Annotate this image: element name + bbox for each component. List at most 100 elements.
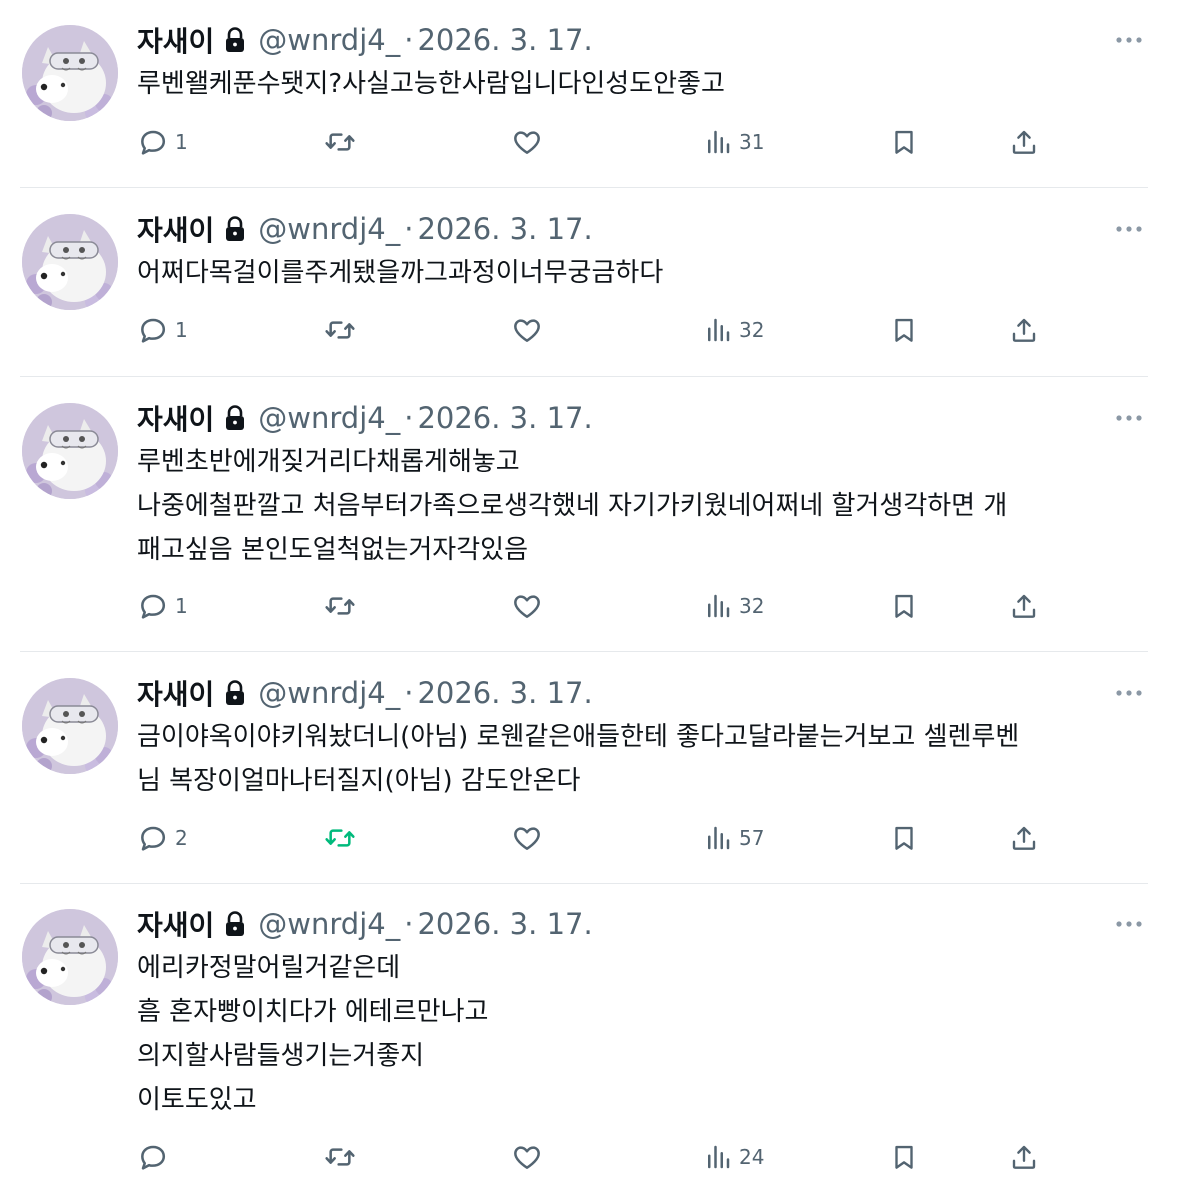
reply-count: 2	[175, 826, 188, 850]
views-button[interactable]: 57	[703, 821, 764, 855]
tweet[interactable]: 자새이 @wnrdj4_ · 2026. 3. 17. 루벤초반에개짖거리다채롭게해놓고…	[0, 378, 1193, 652]
reply-button[interactable]: 2	[137, 821, 188, 855]
more-options-icon[interactable]	[1114, 30, 1144, 50]
reply-button[interactable]	[137, 1140, 175, 1174]
like-button[interactable]	[511, 589, 549, 623]
share-icon	[1009, 314, 1039, 346]
author-name[interactable]: 자새이	[137, 20, 214, 60]
retweet-button[interactable]	[324, 589, 362, 623]
author-name[interactable]: 자새이	[137, 398, 214, 438]
retweet-icon	[324, 314, 356, 346]
views-button[interactable]: 24	[703, 1140, 764, 1174]
views-chart-icon	[703, 126, 733, 158]
more-options-icon[interactable]	[1114, 219, 1144, 239]
heart-icon	[511, 314, 543, 346]
bookmark-button[interactable]	[889, 589, 919, 623]
tweet-text-line: 에리카정말어릴거같은데	[137, 953, 401, 983]
heart-icon	[511, 126, 543, 158]
tweet[interactable]: 자새이 @wnrdj4_ · 2026. 3. 17. 루벤왤케푼수됏지?사실고능한사람…	[0, 0, 1193, 188]
bookmark-icon	[889, 822, 919, 854]
tweet-date[interactable]: 2026. 3. 17.	[417, 212, 592, 246]
lock-icon	[224, 215, 246, 243]
views-count: 32	[739, 318, 765, 342]
retweet-button[interactable]	[324, 313, 362, 347]
more-options-icon[interactable]	[1114, 408, 1144, 428]
author-handle[interactable]: @wnrdj4_	[258, 212, 400, 246]
tweet[interactable]: 자새이 @wnrdj4_ · 2026. 3. 17. 어쩌다목걸이를주게됐을까그과정이…	[0, 189, 1193, 377]
share-button[interactable]	[1009, 313, 1039, 347]
reply-icon	[137, 822, 169, 854]
tweet-date[interactable]: 2026. 3. 17.	[417, 23, 592, 57]
tweet[interactable]: 자새이 @wnrdj4_ · 2026. 3. 17. 금이야옥이야키워놨더니(아님) …	[0, 653, 1193, 884]
author-handle[interactable]: @wnrdj4_	[258, 676, 400, 710]
retweet-button[interactable]	[324, 821, 362, 855]
views-count: 24	[739, 1145, 765, 1169]
tweet-text-line: 루벤왤케푼수됏지?사실고능한사람입니다인성도안좋고	[137, 69, 725, 99]
views-chart-icon	[703, 1141, 733, 1173]
author-name[interactable]: 자새이	[137, 673, 214, 713]
bookmark-button[interactable]	[889, 821, 919, 855]
more-options-icon[interactable]	[1114, 683, 1144, 703]
share-button[interactable]	[1009, 821, 1039, 855]
like-button[interactable]	[511, 1140, 549, 1174]
avatar[interactable]	[22, 403, 118, 499]
share-button[interactable]	[1009, 1140, 1039, 1174]
bookmark-icon	[889, 314, 919, 346]
reply-button[interactable]: 1	[137, 313, 188, 347]
tweet-divider	[20, 651, 1148, 652]
views-count: 31	[739, 130, 765, 154]
tweet-date[interactable]: 2026. 3. 17.	[417, 907, 592, 941]
avatar[interactable]	[22, 214, 118, 310]
tweet-header: 자새이 @wnrdj4_ · 2026. 3. 17.	[137, 209, 593, 249]
author-handle[interactable]: @wnrdj4_	[258, 23, 400, 57]
retweet-icon	[324, 590, 356, 622]
bookmark-icon	[889, 126, 919, 158]
bookmark-button[interactable]	[889, 313, 919, 347]
views-button[interactable]: 32	[703, 313, 764, 347]
avatar[interactable]	[22, 909, 118, 1005]
like-button[interactable]	[511, 821, 549, 855]
avatar[interactable]	[22, 25, 118, 121]
views-button[interactable]: 31	[703, 125, 764, 159]
share-button[interactable]	[1009, 589, 1039, 623]
tweet-date[interactable]: 2026. 3. 17.	[417, 401, 592, 435]
tweet-header: 자새이 @wnrdj4_ · 2026. 3. 17.	[137, 20, 593, 60]
tweet-divider	[20, 187, 1148, 188]
retweet-icon	[324, 822, 356, 854]
author-handle[interactable]: @wnrdj4_	[258, 907, 400, 941]
heart-icon	[511, 822, 543, 854]
like-button[interactable]	[511, 313, 549, 347]
reply-count: 1	[175, 594, 188, 618]
like-button[interactable]	[511, 125, 549, 159]
author-name[interactable]: 자새이	[137, 904, 214, 944]
timeline-feed: 자새이 @wnrdj4_ · 2026. 3. 17. 루벤왤케푼수됏지?사실고능한사람…	[0, 0, 1193, 1200]
tweet-text: 어쩌다목걸이를주게됐을까그과정이너무궁금하다	[137, 251, 1147, 295]
retweet-button[interactable]	[324, 125, 362, 159]
tweet-header: 자새이 @wnrdj4_ · 2026. 3. 17.	[137, 673, 593, 713]
bookmark-icon	[889, 590, 919, 622]
retweet-icon	[324, 1141, 356, 1173]
share-icon	[1009, 126, 1039, 158]
tweet-text: 에리카정말어릴거같은데 흠 혼자빵이치다가 에테르만나고 의지할사람들생기는거좋지 이…	[137, 946, 1147, 1122]
reply-button[interactable]: 1	[137, 589, 188, 623]
lock-icon	[224, 679, 246, 707]
bookmark-button[interactable]	[889, 1140, 919, 1174]
avatar[interactable]	[22, 678, 118, 774]
tweet-text-line: 루벤초반에개짖거리다채롭게해놓고	[137, 447, 520, 477]
author-handle[interactable]: @wnrdj4_	[258, 401, 400, 435]
reply-button[interactable]: 1	[137, 125, 188, 159]
bookmark-button[interactable]	[889, 125, 919, 159]
action-bar: 1 32	[137, 589, 1057, 623]
more-options-icon[interactable]	[1114, 914, 1144, 934]
views-button[interactable]: 32	[703, 589, 764, 623]
tweet-date[interactable]: 2026. 3. 17.	[417, 676, 592, 710]
tweet-text-line: 어쩌다목걸이를주게됐을까그과정이너무궁금하다	[137, 258, 664, 288]
retweet-button[interactable]	[324, 1140, 362, 1174]
views-chart-icon	[703, 822, 733, 854]
tweet[interactable]: 자새이 @wnrdj4_ · 2026. 3. 17. 에리카정말어릴거같은데 흠 혼자빵…	[0, 884, 1193, 1200]
tweet-text-line: 흠 혼자빵이치다가 에테르만나고	[137, 997, 489, 1027]
author-name[interactable]: 자새이	[137, 209, 214, 249]
share-button[interactable]	[1009, 125, 1039, 159]
reply-count: 1	[175, 318, 188, 342]
tweet-text: 루벤초반에개짖거리다채롭게해놓고 나중에철판깔고 처음부터가족으로생각했네 자기가…	[137, 440, 1147, 572]
